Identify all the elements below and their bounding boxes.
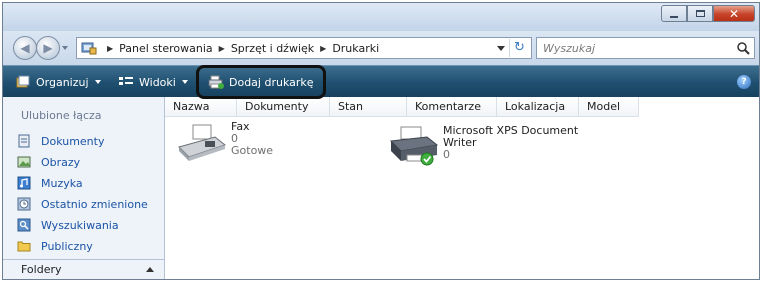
breadcrumb-control-panel[interactable]: Panel sterowania [119, 42, 213, 55]
control-panel-icon [81, 42, 97, 55]
column-header-comments[interactable]: Komentarze [407, 97, 497, 117]
nav-item-documents[interactable]: Dokumenty [17, 131, 104, 151]
nav-item-label: Dokumenty [41, 134, 105, 148]
nav-item-label: Publiczny [41, 239, 93, 253]
printer-text: Microsoft XPS Document Writer 0 [443, 125, 578, 169]
breadcrumb-separator-icon[interactable]: ▶ [320, 44, 326, 53]
chevron-down-icon [94, 80, 101, 84]
help-button[interactable]: ? [737, 75, 751, 89]
music-icon [17, 176, 31, 190]
chevron-down-icon [181, 80, 188, 84]
nav-item-searches[interactable]: Wyszukiwania [17, 215, 119, 235]
views-button[interactable]: Widoki [118, 72, 188, 92]
close-button[interactable]: ✕ [713, 5, 755, 22]
documents-icon [18, 134, 30, 148]
printer-name-continued: Writer [443, 136, 477, 149]
forward-button[interactable]: ▶ [36, 36, 60, 60]
callout-highlight [196, 65, 326, 99]
chevron-up-icon [146, 267, 154, 272]
navigation-pane: Ulubione łącza Dokumenty Obrazy Muzyka O… [3, 97, 165, 279]
printer-item-fax[interactable]: Fax 0 Gotowe [175, 121, 273, 165]
title-bar: ✕ [3, 3, 759, 31]
views-label: Widoki [139, 75, 176, 89]
caption-buttons: ✕ [661, 5, 755, 22]
column-header-name[interactable]: Nazwa [165, 97, 237, 117]
nav-item-label: Ostatnio zmienione [41, 197, 148, 211]
command-bar: Organizuj Widoki Dodaj drukarkę ? [3, 65, 759, 97]
column-header-status[interactable]: Stan [330, 97, 407, 117]
breadcrumb-hardware-sound[interactable]: Sprzęt i dźwięk [231, 42, 314, 55]
views-icon [119, 77, 133, 85]
explorer-window: ✕ ◀ ▶ ▶ Panel sterowania ▶ Sprzęt i dźwi… [2, 2, 760, 280]
column-header-location[interactable]: Lokalizacja [497, 97, 579, 117]
nav-item-public[interactable]: Publiczny [17, 236, 93, 256]
address-dropdown-icon[interactable] [497, 46, 505, 51]
pictures-icon [17, 156, 31, 168]
nav-item-music[interactable]: Muzyka [17, 173, 83, 193]
search-input[interactable] [537, 38, 727, 58]
minimize-icon [670, 15, 678, 18]
forward-arrow-icon: ▶ [43, 41, 53, 55]
printer-document-count: 0 [443, 148, 450, 161]
recent-icon [17, 197, 31, 211]
recent-pages-dropdown[interactable] [62, 44, 69, 51]
printer-item-xps[interactable]: Microsoft XPS Document Writer 0 [387, 125, 578, 169]
favorite-links-heading: Ulubione łącza [21, 109, 102, 122]
fax-icon [178, 124, 227, 161]
maximize-button[interactable] [687, 5, 713, 22]
column-header-model[interactable]: Model [579, 97, 639, 117]
file-list: Nazwa Dokumenty Stan Komentarze Lokaliza… [165, 97, 759, 279]
back-arrow-icon: ◀ [20, 41, 30, 55]
nav-item-label: Wyszukiwania [41, 218, 119, 232]
breadcrumb-separator-icon[interactable]: ▶ [107, 44, 113, 53]
nav-item-recently-changed[interactable]: Ostatnio zmienione [17, 194, 148, 214]
breadcrumb-separator-icon[interactable]: ▶ [219, 44, 225, 53]
folders-toggle[interactable]: Foldery [3, 259, 164, 279]
search-box [536, 37, 755, 59]
nav-item-pictures[interactable]: Obrazy [17, 152, 80, 172]
folders-label: Foldery [21, 263, 62, 276]
xps-printer-default-icon [389, 126, 439, 166]
address-bar[interactable]: ▶ Panel sterowania ▶ Sprzęt i dźwięk ▶ D… [76, 37, 532, 59]
maximize-icon [695, 10, 705, 17]
minimize-button[interactable] [661, 5, 687, 22]
public-folder-icon [17, 241, 31, 252]
refresh-icon[interactable]: ↻ [509, 39, 529, 57]
organize-icon [16, 75, 30, 88]
printer-text: Fax 0 Gotowe [231, 121, 273, 165]
back-button[interactable]: ◀ [13, 36, 37, 60]
breadcrumb-printers[interactable]: Drukarki [332, 42, 379, 55]
nav-item-label: Obrazy [41, 155, 81, 169]
organize-button[interactable]: Organizuj [15, 72, 101, 92]
column-header-documents[interactable]: Dokumenty [237, 97, 330, 117]
nav-item-label: Muzyka [41, 176, 83, 190]
address-row: ◀ ▶ ▶ Panel sterowania ▶ Sprzęt i dźwięk… [3, 31, 759, 65]
organize-label: Organizuj [36, 75, 89, 89]
search-icon[interactable] [736, 41, 750, 55]
close-icon: ✕ [728, 6, 740, 21]
printer-status: Gotowe [231, 144, 274, 157]
searches-icon [17, 218, 31, 232]
